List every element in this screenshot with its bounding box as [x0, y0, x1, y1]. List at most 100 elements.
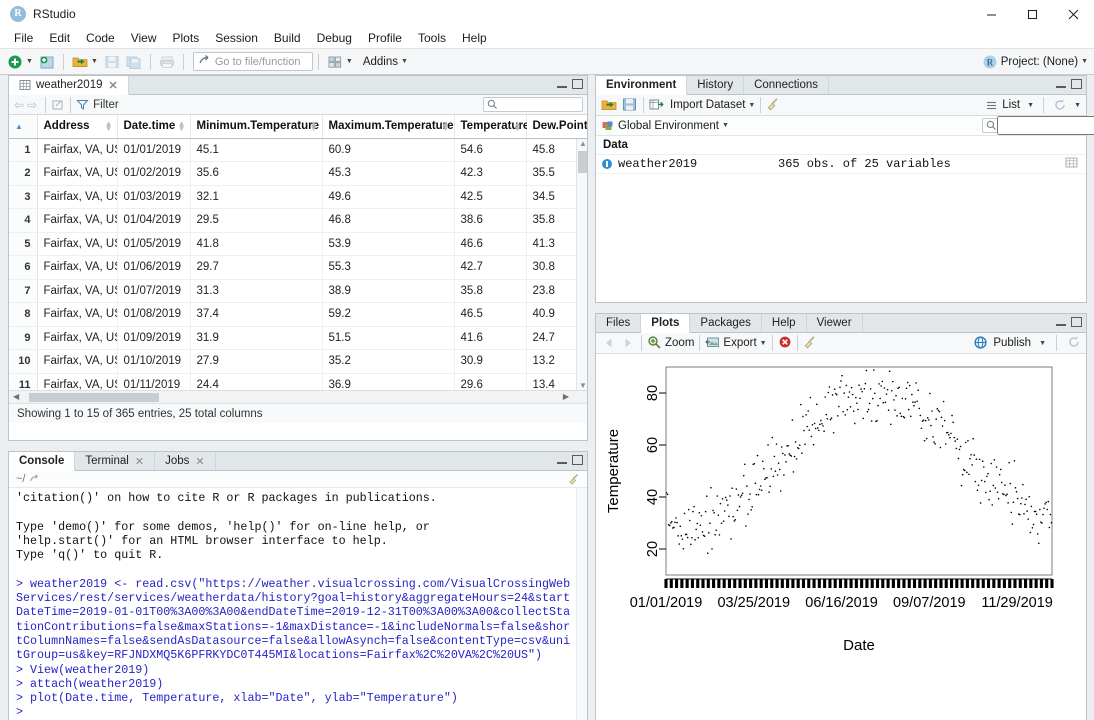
publish-icon[interactable] — [973, 335, 988, 351]
scroll-up-icon[interactable]: ▲ — [579, 139, 587, 148]
broom-icon[interactable] — [766, 97, 782, 113]
maximize-pane-icon[interactable] — [1071, 79, 1082, 89]
data-grid-horizontal-scrollbar[interactable]: ◀ ▶ — [9, 390, 587, 403]
tab-jobs[interactable]: Jobs ✕ — [155, 452, 216, 470]
pane-layout-button[interactable]: ▼ — [324, 52, 356, 72]
path-text[interactable]: ~/ — [16, 473, 25, 485]
chevron-down-icon[interactable]: ▼ — [1027, 102, 1034, 109]
chevron-down-icon[interactable]: ▼ — [1039, 340, 1046, 347]
menu-code[interactable]: Code — [78, 28, 123, 48]
close-icon[interactable]: ✕ — [195, 455, 204, 468]
maximize-pane-icon[interactable] — [1071, 317, 1082, 327]
tab-weather2019[interactable]: weather2019 ✕ — [9, 76, 129, 95]
global-environment-label[interactable]: Global Environment — [618, 120, 719, 132]
export-icon[interactable] — [705, 335, 720, 351]
new-file-button[interactable]: ▼ — [4, 52, 36, 72]
tab-console[interactable]: Console — [9, 452, 75, 471]
table-row[interactable]: 6Fairfax, VA, US01/06/201929.755.342.730… — [9, 256, 587, 280]
chevron-down-icon[interactable]: ▼ — [760, 340, 767, 347]
table-row[interactable]: 3Fairfax, VA, US01/03/201932.149.642.534… — [9, 185, 587, 209]
goto-file-function-search[interactable]: Go to file/function — [193, 52, 313, 71]
filter-label[interactable]: Filter — [93, 99, 119, 111]
console-output[interactable]: 'citation()' on how to cite R or R packa… — [9, 488, 587, 720]
minimize-button[interactable] — [971, 0, 1012, 28]
chevron-down-icon[interactable]: ▼ — [748, 102, 755, 109]
clear-console-icon[interactable] — [568, 473, 581, 489]
scroll-thumb[interactable] — [578, 151, 587, 173]
close-icon[interactable]: ✕ — [135, 455, 144, 468]
plot-canvas[interactable]: 20406080Temperature01/01/201903/25/20190… — [596, 354, 1086, 720]
save-all-button[interactable] — [123, 52, 145, 72]
tab-environment[interactable]: Environment — [596, 76, 687, 95]
table-row[interactable]: 2Fairfax, VA, US01/02/201935.645.342.335… — [9, 162, 587, 186]
scroll-down-icon[interactable]: ▼ — [579, 381, 587, 390]
search-input[interactable] — [997, 116, 1094, 135]
tab-viewer[interactable]: Viewer — [807, 314, 863, 332]
chevron-down-icon[interactable]: ▼ — [1074, 102, 1081, 109]
table-row[interactable]: 11Fairfax, VA, US01/11/201924.436.929.61… — [9, 373, 587, 390]
minimize-pane-icon[interactable] — [557, 455, 567, 465]
expand-object-icon[interactable] — [602, 159, 612, 169]
tab-terminal[interactable]: Terminal ✕ — [75, 452, 155, 470]
col-header-date-time[interactable]: Date.time▲▼ — [117, 115, 190, 138]
tab-packages[interactable]: Packages — [690, 314, 762, 332]
rownum-header[interactable]: ▲ — [9, 115, 37, 138]
open-folder-icon[interactable] — [601, 97, 617, 113]
funnel-icon[interactable] — [76, 98, 89, 111]
table-row[interactable]: 7Fairfax, VA, US01/07/201931.338.935.823… — [9, 279, 587, 303]
view-data-grid-icon[interactable] — [1065, 156, 1078, 172]
minimize-pane-icon[interactable] — [1056, 79, 1066, 89]
shortcut-arrow-icon[interactable] — [29, 473, 41, 485]
refresh-icon[interactable] — [1067, 335, 1081, 351]
chevron-down-icon[interactable]: ▼ — [722, 122, 729, 129]
scroll-right-icon[interactable]: ▶ — [563, 392, 569, 401]
table-row[interactable]: 10Fairfax, VA, US01/10/201927.935.230.91… — [9, 350, 587, 374]
maximize-button[interactable] — [1012, 0, 1053, 28]
new-project-button[interactable] — [36, 52, 58, 72]
table-row[interactable]: 4Fairfax, VA, US01/04/201929.546.838.635… — [9, 209, 587, 233]
addins-button[interactable]: Addins ▼ — [360, 52, 411, 72]
menu-help[interactable]: Help — [454, 28, 495, 48]
table-row[interactable]: 5Fairfax, VA, US01/05/201941.853.946.641… — [9, 232, 587, 256]
menu-view[interactable]: View — [123, 28, 165, 48]
menu-build[interactable]: Build — [266, 28, 309, 48]
zoom-label[interactable]: Zoom — [665, 337, 694, 349]
import-dataset-label[interactable]: Import Dataset — [670, 99, 745, 111]
col-header-dew-point[interactable]: Dew.Point — [526, 115, 587, 138]
print-button[interactable] — [156, 52, 178, 72]
save-icon[interactable] — [622, 97, 638, 113]
search-input[interactable] — [498, 99, 578, 111]
project-selector[interactable]: R Project: (None) ▼ — [983, 55, 1088, 69]
close-icon[interactable]: ✕ — [109, 79, 118, 92]
tab-help[interactable]: Help — [762, 314, 807, 332]
clear-plot-icon[interactable] — [778, 335, 792, 351]
maximize-pane-icon[interactable] — [572, 455, 583, 465]
tab-history[interactable]: History — [687, 76, 744, 94]
table-row[interactable]: 1Fairfax, VA, US01/01/201945.160.954.645… — [9, 138, 587, 162]
publish-label[interactable]: Publish — [993, 337, 1031, 349]
environment-search-box[interactable] — [982, 118, 1082, 133]
back-icon[interactable]: ⇦ — [14, 98, 24, 112]
environment-object-row[interactable]: weather2019 365 obs. of 25 variables — [596, 155, 1086, 174]
popout-icon[interactable] — [51, 98, 65, 112]
menu-debug[interactable]: Debug — [309, 28, 360, 48]
menu-plots[interactable]: Plots — [165, 28, 208, 48]
open-file-button[interactable]: ▼ — [69, 52, 101, 72]
menu-tools[interactable]: Tools — [410, 28, 454, 48]
export-label[interactable]: Export — [723, 337, 756, 349]
table-row[interactable]: 8Fairfax, VA, US01/08/201937.459.246.540… — [9, 303, 587, 327]
minimize-pane-icon[interactable] — [557, 79, 567, 89]
magnifier-icon[interactable] — [647, 335, 662, 351]
menu-profile[interactable]: Profile — [360, 28, 410, 48]
minimize-pane-icon[interactable] — [1056, 317, 1066, 327]
col-header-address[interactable]: Address▲▼ — [37, 115, 117, 138]
tab-plots[interactable]: Plots — [641, 314, 690, 333]
tab-connections[interactable]: Connections — [744, 76, 829, 94]
data-grid-vertical-scrollbar[interactable]: ▲ ▼ — [576, 139, 587, 390]
menu-session[interactable]: Session — [207, 28, 266, 48]
broom-icon[interactable] — [803, 335, 818, 351]
data-search-box[interactable] — [483, 97, 583, 112]
col-header-maximum-temperature[interactable]: Maximum.Temperature▲▼ — [322, 115, 454, 138]
menu-edit[interactable]: Edit — [41, 28, 78, 48]
save-button[interactable] — [101, 52, 123, 72]
